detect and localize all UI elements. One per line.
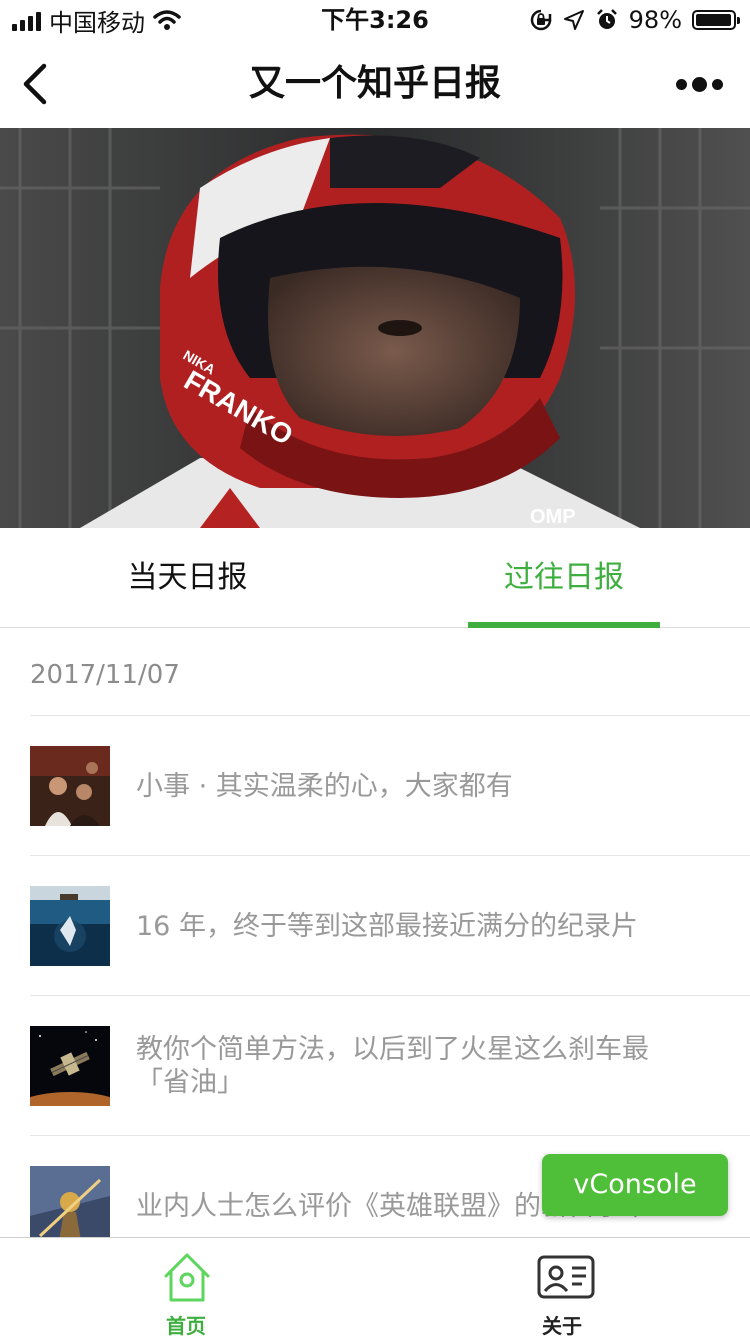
navigation-bar: 又一个知乎日报 [0, 40, 750, 128]
status-bar: 中国移动 下午3:26 98% [0, 0, 750, 40]
article-thumbnail [30, 886, 110, 966]
list-item[interactable]: 16 年，终于等到这部最接近满分的纪录片 [30, 856, 750, 996]
article-thumbnail [30, 1166, 110, 1246]
article-thumbnail [30, 1026, 110, 1106]
tab-home[interactable]: 首页 [96, 1238, 276, 1338]
list-item[interactable]: 教你个简单方法，以后到了火星这么刹车最「省油」 [30, 996, 750, 1136]
battery-percent: 98% [628, 6, 682, 34]
home-icon [164, 1253, 210, 1302]
article-title: 16 年，终于等到这部最接近满分的纪录片 [136, 910, 638, 942]
article-title: 小事 · 其实温柔的心，大家都有 [136, 770, 513, 802]
tab-past[interactable]: 过往日报 [468, 528, 660, 628]
id-card-icon [537, 1255, 595, 1299]
article-title: 教你个简单方法，以后到了火星这么刹车最「省油」 [136, 1034, 649, 1098]
alarm-icon [596, 9, 617, 29]
vconsole-button[interactable]: vConsole [542, 1154, 728, 1216]
list-item[interactable]: 小事 · 其实温柔的心，大家都有 [30, 716, 750, 856]
tab-bar-top: 当天日报 过往日报 [0, 528, 750, 628]
tab-about[interactable]: 关于 [472, 1238, 652, 1338]
status-right: 98% [529, 4, 740, 36]
more-dots-icon[interactable] [676, 70, 724, 98]
location-icon [563, 10, 584, 30]
tab-home-label: 首页 [166, 1314, 206, 1338]
tab-today[interactable]: 当天日报 [90, 528, 285, 628]
date-header: 2017/11/07 [30, 630, 750, 716]
article-thumbnail [30, 746, 110, 826]
rotation-lock-icon [530, 9, 551, 31]
battery-icon [692, 10, 740, 30]
tab-past-label: 过往日报 [504, 560, 624, 595]
tab-about-label: 关于 [542, 1314, 582, 1338]
brand-text: OMP [530, 506, 576, 528]
hero-image: NIKA FRANKO OMP [0, 128, 750, 528]
active-tab-indicator [468, 622, 660, 628]
bottom-tab-bar: 首页 关于 [0, 1237, 750, 1338]
page-title: 又一个知乎日报 [248, 63, 501, 104]
tab-today-label: 当天日报 [127, 560, 248, 595]
